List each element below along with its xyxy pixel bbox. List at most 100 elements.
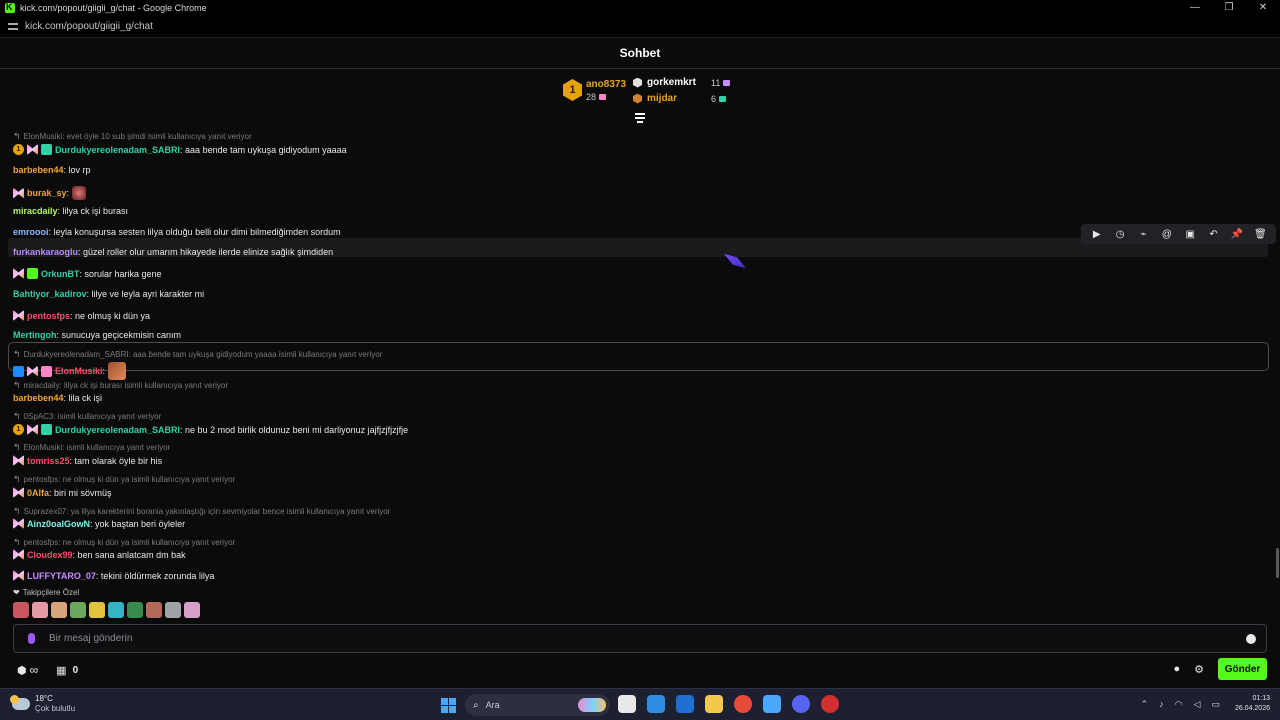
butterfly-badge-icon[interactable] <box>13 549 24 560</box>
weather-widget[interactable]: 18°C Çok bulutlu <box>10 694 75 714</box>
chat-username[interactable]: emroooi <box>13 227 49 237</box>
copy-icon[interactable]: ▣ <box>1181 229 1199 240</box>
follower-emote[interactable] <box>70 602 86 618</box>
chat-username[interactable]: furkankaraoglu <box>13 247 78 257</box>
reply-context: ↰ 0SpAC3: isimli kullanıcıya yanıt veriyo… <box>13 411 161 422</box>
volume-icon[interactable]: ◁ <box>1194 699 1201 710</box>
chevron-down-icon[interactable] <box>634 113 646 123</box>
close-button[interactable]: ✕ <box>1246 0 1280 16</box>
chat-username[interactable]: Mertingoh <box>13 330 57 340</box>
store-icon[interactable]: ▦ <box>56 664 66 677</box>
chat-username[interactable]: barbeben44 <box>13 165 64 175</box>
settings-app-icon[interactable] <box>763 695 781 713</box>
chat-username[interactable]: tomriss25 <box>27 456 70 466</box>
follower-emote[interactable] <box>89 602 105 618</box>
emote-image <box>72 186 87 200</box>
subscriber-badge-icon[interactable]: 1 <box>13 144 24 155</box>
channel-points-icon[interactable]: ⬢ <box>17 664 27 677</box>
butterfly-badge-icon[interactable] <box>13 518 24 529</box>
butterfly-badge-icon[interactable] <box>27 424 38 435</box>
url-text[interactable]: kick.com/popout/giigii_g/chat <box>25 21 153 32</box>
chat-username[interactable]: burak_sy <box>27 188 67 198</box>
follower-emote[interactable] <box>146 602 162 618</box>
chat-username[interactable]: Durdukyereolenadam_SABRI <box>55 145 180 155</box>
emoji-picker-icon[interactable] <box>1246 634 1256 644</box>
edge-icon[interactable] <box>647 695 665 713</box>
chat-message: 1 Durdukyereolenadam_SABRI: ne bu 2 mod b… <box>13 424 408 435</box>
butterfly-badge-icon[interactable] <box>13 570 24 581</box>
chat-username[interactable]: OrkunBT <box>41 269 80 279</box>
chat-username[interactable]: barbeben44 <box>13 393 64 403</box>
gift-badge-icon[interactable] <box>41 365 52 377</box>
reply-icon[interactable]: ↶ <box>1205 229 1223 240</box>
chat-username[interactable]: Bahtiyor_kadirov <box>13 289 87 299</box>
chat-message: Mertingoh: sunucuya geçicekmisin canım <box>13 330 181 340</box>
folder-icon[interactable] <box>705 695 723 713</box>
app-icon[interactable] <box>821 695 839 713</box>
butterfly-badge-icon[interactable] <box>13 268 24 279</box>
minimize-button[interactable]: — <box>1178 0 1212 16</box>
trash-icon[interactable]: 🗑 <box>1251 229 1269 240</box>
follower-emote[interactable] <box>127 602 143 618</box>
gear-icon[interactable]: ⚙ <box>1194 663 1204 676</box>
leaderboard-row[interactable]: gorkemkrt 11 <box>633 77 731 88</box>
restore-button[interactable]: ❐ <box>1212 0 1246 16</box>
chat-bubble-icon[interactable]: ● <box>1173 663 1180 675</box>
timeout-icon[interactable]: ◷ <box>1111 229 1129 240</box>
chat-message: emroooi: leyla konuşursa sesten lilya ol… <box>13 227 341 237</box>
battery-icon[interactable]: ▭ <box>1211 699 1220 710</box>
leaderboard-first[interactable]: 1 <box>563 79 582 101</box>
chat-username[interactable]: ElonMusiki <box>55 366 103 376</box>
chevron-up-icon[interactable]: ⌃ <box>1141 699 1149 710</box>
gift-badge-icon[interactable] <box>27 268 38 279</box>
chat-message: furkankaraoglu: güzel roller olur umarım… <box>13 247 333 257</box>
butterfly-badge-icon[interactable] <box>27 365 38 377</box>
discord-icon[interactable] <box>792 695 810 713</box>
send-button[interactable]: Gönder <box>1218 658 1267 680</box>
gift-badge-icon[interactable] <box>41 144 52 155</box>
chat-username[interactable]: 0Alfa <box>27 488 49 498</box>
chrome-icon[interactable] <box>734 695 752 713</box>
chat-message: LUFFYTARO_07: tekini öldürmek zorunda li… <box>13 570 214 581</box>
windows-start-icon[interactable] <box>441 698 456 713</box>
subscriber-badge-icon[interactable]: 1 <box>13 424 24 435</box>
follower-emote[interactable] <box>13 602 29 618</box>
chat-username[interactable]: Cloudex99 <box>27 550 73 560</box>
butterfly-badge-icon[interactable] <box>13 455 24 466</box>
chat-message-input[interactable] <box>49 633 1199 644</box>
mention-icon[interactable]: @ <box>1158 229 1176 240</box>
chat-username[interactable]: Ainz0oalGowN <box>27 519 90 529</box>
play-icon[interactable]: ▶ <box>1088 229 1106 240</box>
store-app-icon[interactable] <box>676 695 694 713</box>
follower-emote[interactable] <box>32 602 48 618</box>
chat-scrollbar[interactable] <box>1276 548 1279 578</box>
microphone-tray-icon[interactable]: ♪ <box>1159 699 1164 709</box>
slow-mode-icon[interactable]: ⌁ <box>1134 229 1152 240</box>
pin-icon[interactable]: 📌 <box>1228 229 1246 240</box>
butterfly-badge-icon[interactable] <box>13 310 24 321</box>
gift-badge-icon[interactable] <box>41 424 52 435</box>
site-settings-icon[interactable] <box>8 21 19 32</box>
chat-username[interactable]: miracdaily <box>13 206 58 216</box>
chat-username[interactable]: LUFFYTARO_07 <box>27 571 96 581</box>
microphone-icon[interactable] <box>28 633 35 644</box>
butterfly-badge-icon[interactable] <box>13 187 24 199</box>
follower-emote[interactable] <box>51 602 67 618</box>
follower-emote[interactable] <box>108 602 124 618</box>
chat-username[interactable]: Durdukyereolenadam_SABRI <box>55 425 180 435</box>
chat-username[interactable]: pentosfps <box>27 311 70 321</box>
chat-message-text: : ben sana anlatcam dm bak <box>72 549 186 560</box>
butterfly-badge-icon[interactable] <box>27 144 38 155</box>
taskbar-search[interactable]: ⌕ Ara <box>465 694 610 716</box>
file-explorer-icon[interactable] <box>618 695 636 713</box>
wifi-icon[interactable]: ◠ <box>1175 699 1183 710</box>
clock[interactable]: 01:13 26.04.2026 <box>1235 694 1270 714</box>
leaderboard-first-name[interactable]: ano8373 <box>586 79 626 90</box>
follower-emote[interactable] <box>184 602 200 618</box>
verified-badge-icon[interactable] <box>13 365 24 377</box>
follower-emote[interactable] <box>165 602 181 618</box>
cloud-sun-icon <box>10 695 30 710</box>
emote-image <box>108 362 127 380</box>
leaderboard-row[interactable]: mijdar 6 <box>633 93 727 104</box>
butterfly-badge-icon[interactable] <box>13 487 24 498</box>
